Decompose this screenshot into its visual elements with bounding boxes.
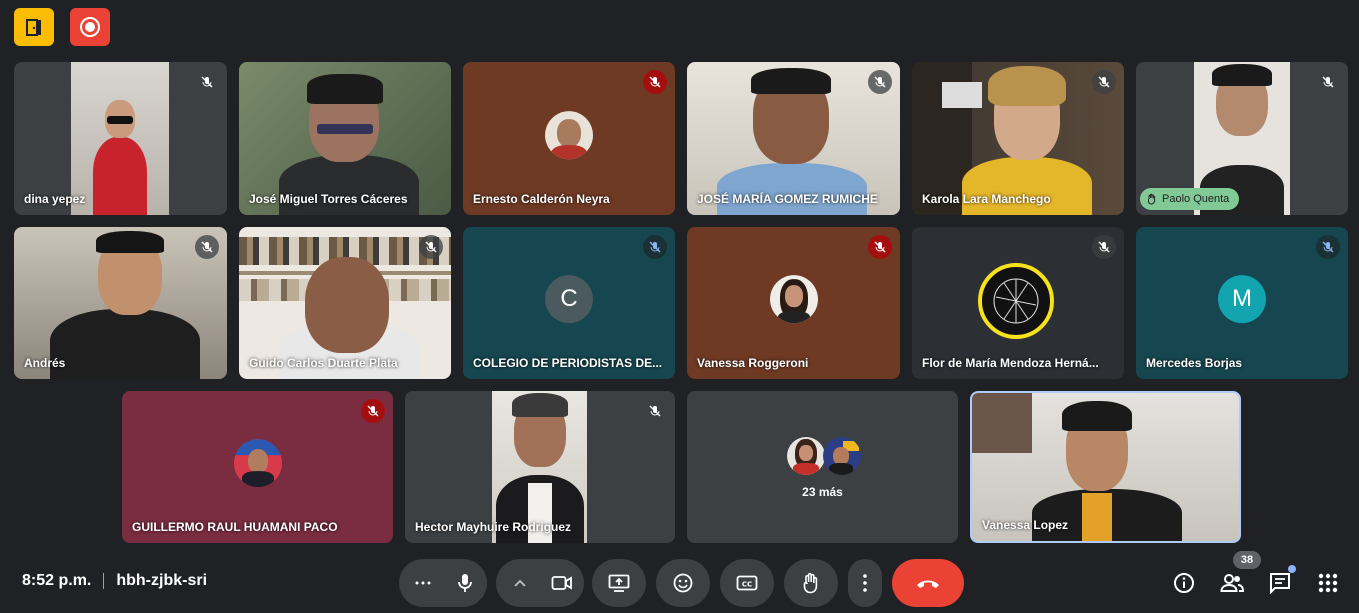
mic-muted-icon: [419, 235, 443, 259]
emoji-icon: [673, 573, 693, 593]
hand-icon: [1148, 193, 1156, 205]
mic-muted-icon: [868, 235, 892, 259]
avatar: [787, 437, 825, 475]
participant-name: Vanessa Lopez: [982, 518, 1069, 532]
captions-icon: CC: [736, 575, 758, 591]
record-icon: [80, 17, 100, 37]
activities-button[interactable]: [1314, 569, 1342, 597]
participant-name: GUILLERMO RAUL HUAMANI PACO: [132, 520, 338, 534]
participant-name: Flor de María Mendoza Herná...: [922, 356, 1099, 370]
camera-icon: [551, 576, 572, 590]
participant-tile[interactable]: M Mercedes Borjas: [1136, 227, 1348, 379]
participant-name: Paolo Quenta: [1162, 193, 1230, 205]
participant-name: Karola Lara Manchego: [922, 192, 1051, 206]
participant-tile[interactable]: Flor de María Mendoza Herná...: [912, 227, 1124, 379]
avatar: [545, 110, 593, 159]
hand-icon: [803, 572, 818, 594]
avatar: C: [545, 275, 593, 324]
participant-name: Ernesto Calderón Neyra: [473, 192, 610, 206]
chevron-up-icon: [514, 579, 526, 587]
participant-tile[interactable]: Paolo Quenta: [1136, 62, 1348, 215]
participant-name: Guido Carlos Duarte Plata: [249, 356, 398, 370]
mic-muted-icon: [643, 399, 667, 423]
mic-muted-icon: [1092, 235, 1116, 259]
mic-muted-icon: [1316, 235, 1340, 259]
info-icon: [1174, 573, 1194, 593]
notification-dot: [1288, 565, 1296, 573]
chat-icon: [1270, 573, 1290, 594]
more-options-button[interactable]: [848, 559, 882, 607]
video-feed: [71, 62, 169, 215]
more-participants-label: 23 más: [802, 485, 843, 499]
svg-text:CC: CC: [742, 581, 752, 589]
doorway-icon: [26, 19, 41, 36]
hand-raised-badge: Paolo Quenta: [1140, 188, 1240, 210]
activities-icon: [1318, 573, 1338, 593]
participant-name: Andrés: [24, 356, 66, 370]
divider: [103, 573, 105, 589]
participant-name: Hector Mayhuire Rodriguez: [415, 520, 572, 534]
captions-button[interactable]: CC: [720, 559, 774, 607]
meeting-code: hbh-zjbk-sri: [116, 572, 208, 589]
participant-name: Mercedes Borjas: [1146, 356, 1243, 370]
participant-tile[interactable]: Karola Lara Manchego: [912, 62, 1124, 215]
audio-options-button[interactable]: [405, 559, 441, 607]
more-vert-icon: [863, 574, 867, 592]
participant-tile[interactable]: Andrés: [14, 227, 227, 379]
participant-tile[interactable]: JOSÉ MARÍA GOMEZ RUMICHE: [687, 62, 900, 215]
present-icon: [608, 574, 630, 592]
video-options-button[interactable]: [504, 559, 536, 607]
mic-muted-icon: [195, 235, 219, 259]
participant-tile[interactable]: José Miguel Torres Cáceres: [239, 62, 451, 215]
camera-button[interactable]: [540, 561, 584, 605]
participant-tile[interactable]: Vanessa Roggeroni: [687, 227, 900, 379]
participant-tile-active-speaker[interactable]: Vanessa Lopez: [970, 391, 1241, 543]
participant-name: José Miguel Torres Cáceres: [249, 192, 408, 206]
participant-tile[interactable]: dina yepez: [14, 62, 227, 215]
participant-tile[interactable]: Ernesto Calderón Neyra: [463, 62, 675, 215]
mic-muted-icon: [868, 70, 892, 94]
people-button[interactable]: [1218, 569, 1246, 597]
present-button[interactable]: [592, 559, 646, 607]
mic-muted-icon: [1092, 70, 1116, 94]
avatar: [769, 275, 818, 324]
reactions-button[interactable]: [656, 559, 710, 607]
meeting-time: 8:52 p.m.: [22, 572, 92, 589]
mic-muted-icon: [1316, 70, 1340, 94]
more-options-icon: [415, 581, 431, 585]
participant-tile[interactable]: Hector Mayhuire Rodriguez: [405, 391, 675, 543]
meeting-info: 8:52 p.m. hbh-zjbk-sri: [22, 572, 207, 590]
people-icon: [1220, 574, 1244, 592]
participant-tile[interactable]: Guido Carlos Duarte Plata: [239, 227, 451, 379]
avatar: [823, 437, 861, 475]
mic-control-group: [399, 559, 487, 607]
mic-muted-icon: [195, 70, 219, 94]
participant-name: dina yepez: [24, 192, 86, 206]
participant-name: Vanessa Roggeroni: [697, 356, 809, 370]
end-call-icon: [917, 580, 939, 588]
companion-mode-button[interactable]: [14, 8, 54, 46]
mic-muted-icon: [361, 399, 385, 423]
mic-button[interactable]: [443, 561, 487, 605]
participant-tile[interactable]: GUILLERMO RAUL HUAMANI PACO: [122, 391, 393, 543]
meeting-details-button[interactable]: [1170, 569, 1198, 597]
participant-count-badge: 38: [1233, 551, 1261, 569]
end-call-button[interactable]: [892, 559, 964, 607]
participant-name: JOSÉ MARÍA GOMEZ RUMICHE: [697, 192, 878, 206]
mic-icon: [458, 574, 472, 592]
participant-tile[interactable]: C COLEGIO DE PERIODISTAS DE...: [463, 227, 675, 379]
avatar: [233, 439, 282, 488]
mic-muted-icon: [643, 70, 667, 94]
more-participants-tile[interactable]: 23 más: [687, 391, 958, 543]
avatar: M: [1218, 275, 1266, 324]
chat-button[interactable]: [1266, 565, 1296, 597]
recording-button[interactable]: [70, 8, 110, 46]
raise-hand-button[interactable]: [784, 559, 838, 607]
avatar: [978, 263, 1054, 339]
participant-name: COLEGIO DE PERIODISTAS DE...: [473, 356, 663, 370]
camera-control-group: [496, 559, 584, 607]
mic-muted-icon: [643, 235, 667, 259]
